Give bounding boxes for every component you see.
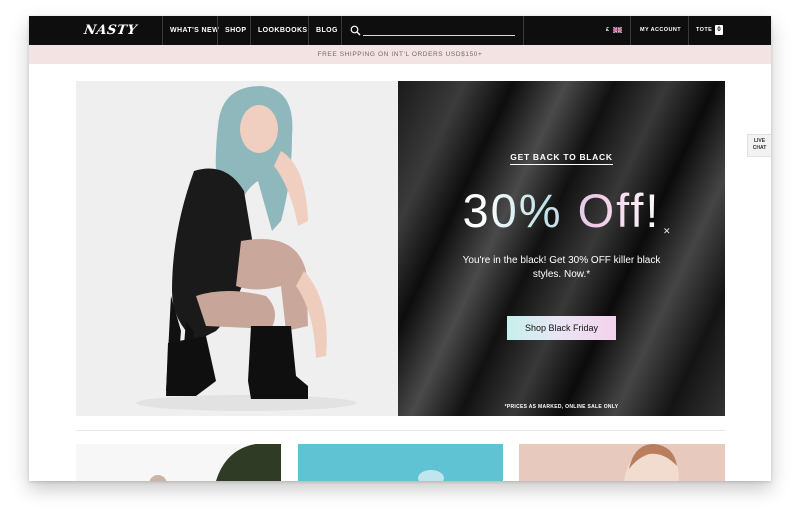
flag-icon[interactable]	[613, 27, 622, 33]
tile-image	[149, 444, 281, 481]
brand-logo[interactable]: NASTY GAL	[80, 20, 159, 60]
sparkle-icon: ✕	[663, 226, 671, 236]
model-illustration	[76, 81, 398, 416]
nav-divider	[217, 16, 218, 45]
section-divider	[76, 430, 725, 431]
shipping-banner-text: FREE SHIPPING ON INT'L ORDERS USD$150+	[317, 51, 483, 58]
tile-image	[418, 470, 444, 481]
search-icon[interactable]	[350, 25, 361, 36]
live-chat-line-2: CHAT	[752, 145, 767, 151]
tile-image	[624, 444, 679, 481]
hero-promo-panel: GET BACK TO BLACK 30% Off! ✕ You're in t…	[398, 81, 725, 416]
live-chat-line-1: LIVE	[753, 138, 766, 144]
my-account-link[interactable]: MY ACCOUNT	[640, 16, 681, 45]
product-tile[interactable]	[76, 444, 281, 481]
product-tile[interactable]	[298, 444, 503, 481]
nav-divider	[308, 16, 309, 45]
nav-divider	[630, 16, 631, 45]
search-input[interactable]	[363, 24, 515, 36]
nav-divider	[250, 16, 251, 45]
hero-model-photo[interactable]	[76, 81, 398, 416]
nav-shop[interactable]: SHOP	[225, 16, 246, 45]
nav-divider	[523, 16, 524, 45]
promo-body: You're in the black! Get 30% OFF killer …	[462, 255, 661, 280]
promo-eyebrow-text[interactable]: GET BACK TO BLACK	[510, 152, 613, 165]
nav-blog[interactable]: BLOG	[316, 16, 338, 45]
tote-bag-icon[interactable]: 0	[715, 25, 723, 35]
live-chat-tab[interactable]: LIVE CHAT	[747, 134, 771, 157]
nav-lookbooks[interactable]: LOOKBOOKS	[258, 16, 308, 45]
tote-link[interactable]: TOTE	[696, 16, 712, 45]
nav-divider	[162, 16, 163, 45]
nav-divider	[688, 16, 689, 45]
currency-selector[interactable]: £	[606, 16, 609, 45]
promo-eyebrow[interactable]: GET BACK TO BLACK	[398, 152, 725, 165]
promo-fine-print: *PRICES AS MARKED, ONLINE SALE ONLY	[504, 404, 619, 410]
nav-divider	[341, 16, 342, 45]
shipping-banner: FREE SHIPPING ON INT'L ORDERS USD$150+	[29, 45, 771, 64]
top-nav: NASTY GAL WHAT'S NEW SHOP LOOKBOOKS BLOG…	[29, 16, 771, 60]
nav-whats-new[interactable]: WHAT'S NEW	[170, 16, 219, 45]
shop-black-friday-button[interactable]: Shop Black Friday	[507, 316, 616, 340]
browser-window: NASTY GAL WHAT'S NEW SHOP LOOKBOOKS BLOG…	[29, 16, 771, 481]
promo-headline: 30% Off!	[398, 183, 725, 238]
product-tile[interactable]	[519, 444, 725, 481]
